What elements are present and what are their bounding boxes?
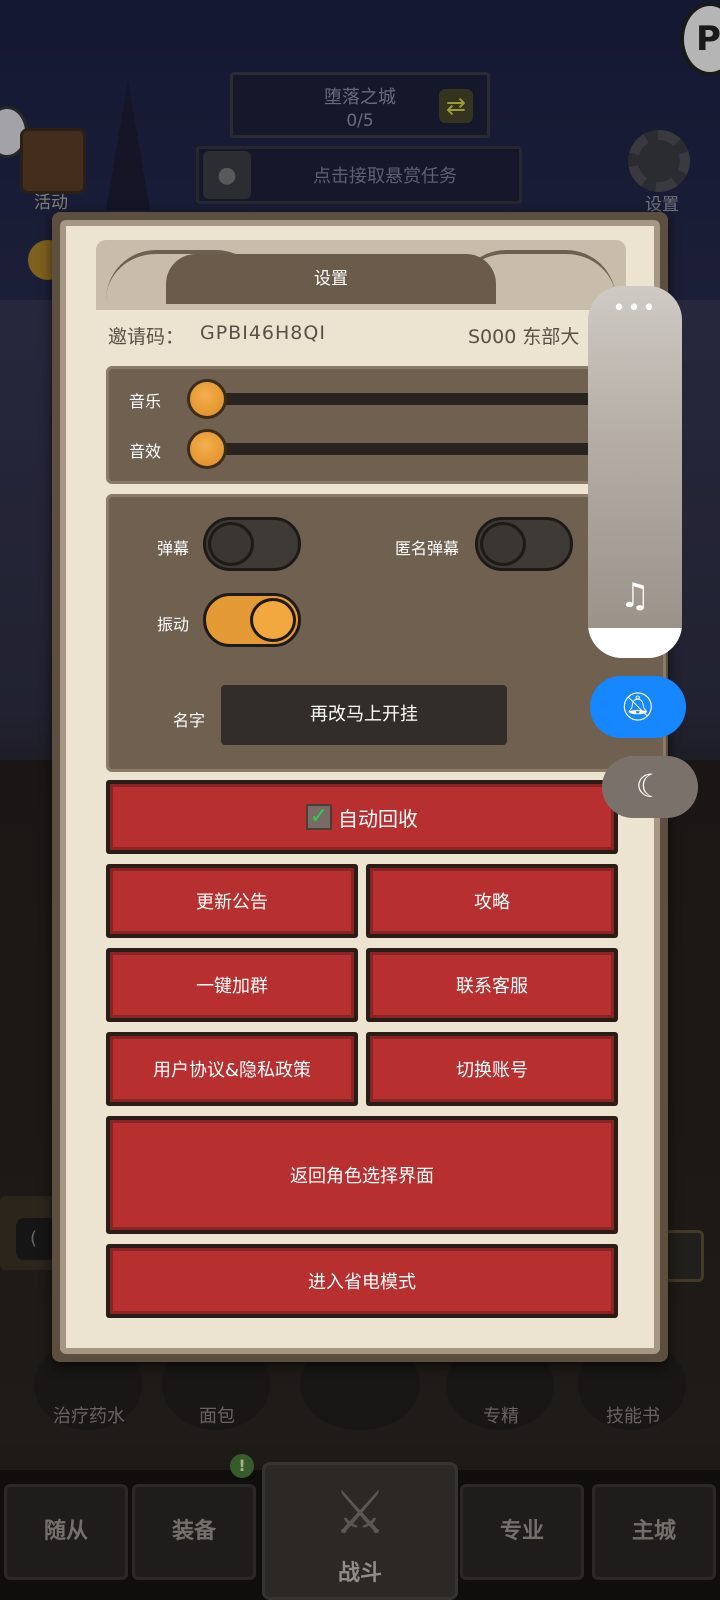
sound-label: 音效: [129, 442, 162, 461]
back-to-role-select-button[interactable]: 返回角色选择界面: [106, 1116, 618, 1234]
bell-off-icon[interactable]: 🔕︎: [590, 676, 686, 738]
audio-panel: 音乐 音效: [106, 366, 667, 484]
anon-danmaku-toggle-knob: [480, 522, 526, 566]
danmaku-label: 弹幕: [157, 539, 190, 558]
switch-account-button[interactable]: 切换账号: [366, 1032, 618, 1106]
anon-danmaku-label: 匿名弹幕: [395, 539, 460, 558]
contact-service-button[interactable]: 联系客服: [366, 948, 618, 1022]
dialog-title: 设置: [166, 254, 496, 304]
auto-recycle-button[interactable]: ✓ 自动回收: [106, 780, 618, 854]
auto-recycle-label: 自动回收: [338, 806, 418, 831]
vibration-label: 振动: [157, 615, 190, 634]
anon-danmaku-toggle[interactable]: [475, 517, 573, 571]
moon-icon[interactable]: ☾: [602, 756, 698, 818]
sound-slider-knob[interactable]: [187, 429, 227, 469]
danmaku-toggle-knob: [208, 522, 254, 566]
name-input[interactable]: 再改马上开挂: [221, 685, 507, 745]
vibration-toggle-knob: [250, 598, 296, 642]
check-icon[interactable]: ✓: [306, 804, 332, 830]
server-name: S000 东部大: [468, 326, 580, 348]
join-group-button[interactable]: 一键加群: [106, 948, 358, 1022]
vibration-toggle[interactable]: [203, 593, 301, 647]
music-icon[interactable]: ♫: [588, 576, 682, 616]
settings-dialog: 设置 邀请码： GPBI46H8QI S000 东部大 音乐 音效 弹幕 匿名弹…: [52, 212, 668, 1362]
settings-dialog-body: 设置 邀请码： GPBI46H8QI S000 东部大 音乐 音效 弹幕 匿名弹…: [60, 220, 667, 1354]
floating-sidebar[interactable]: ••• ♫: [588, 286, 682, 658]
invite-code-label: 邀请码：: [108, 326, 185, 348]
agreement-button[interactable]: 用户协议&隐私政策: [106, 1032, 358, 1106]
options-panel: 弹幕 匿名弹幕 振动 名字 再改马上开挂: [106, 494, 666, 772]
danmaku-toggle[interactable]: [203, 517, 301, 571]
invite-code-value[interactable]: GPBI46H8QI: [200, 322, 326, 344]
more-icon[interactable]: •••: [588, 296, 682, 321]
name-label: 名字: [173, 711, 206, 730]
guide-button[interactable]: 攻略: [366, 864, 618, 938]
music-label: 音乐: [129, 392, 162, 411]
power-saving-button[interactable]: 进入省电模式: [106, 1244, 618, 1318]
update-notice-button[interactable]: 更新公告: [106, 864, 358, 938]
account-info-row: 邀请码： GPBI46H8QI S000 东部大: [108, 322, 668, 352]
music-slider-knob[interactable]: [187, 379, 227, 419]
